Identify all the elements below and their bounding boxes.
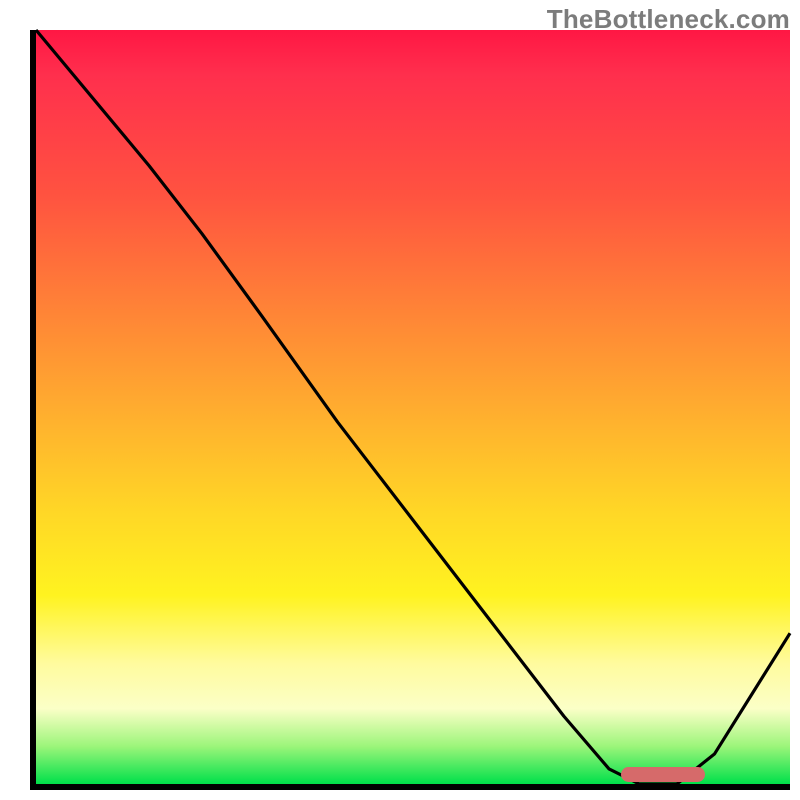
optimal-range-indicator	[621, 767, 705, 782]
plot-frame	[30, 30, 790, 790]
bottleneck-curve	[36, 30, 790, 784]
chart-stage: TheBottleneck.com	[0, 0, 800, 800]
curve-path	[36, 30, 790, 784]
